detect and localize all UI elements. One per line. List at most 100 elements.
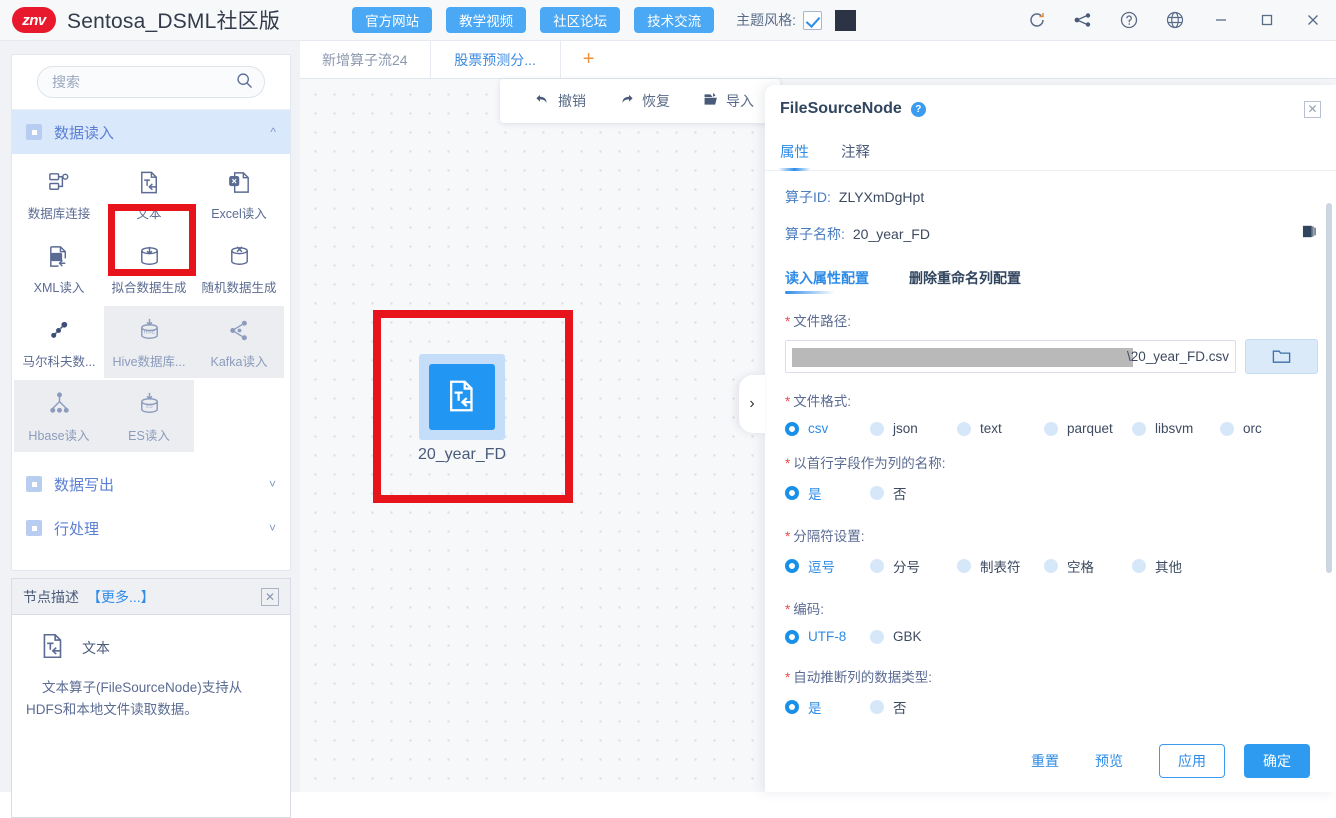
operator-markov-data[interactable]: 马尔科夫数...: [14, 306, 104, 378]
tutorial-video-button[interactable]: 教学视频: [446, 7, 527, 33]
radio-label: 空格: [1067, 560, 1094, 575]
radio-utf8[interactable]: UTF-8: [785, 629, 870, 644]
preview-link[interactable]: 预览: [1095, 751, 1123, 771]
operator-kafka-read[interactable]: Kafka读入: [194, 306, 284, 378]
radio-parquet[interactable]: parquet: [1044, 421, 1132, 436]
text-file-icon: [136, 166, 163, 196]
copy-icon[interactable]: [1301, 223, 1318, 244]
operator-label: XML读入: [33, 281, 85, 295]
radio-gbk[interactable]: GBK: [870, 629, 922, 644]
flow-tab-stock-prediction[interactable]: 股票预测分...: [431, 41, 561, 78]
panel-header: FileSourceNode ? ✕: [765, 85, 1336, 133]
theme-color-swatch[interactable]: [834, 9, 856, 31]
maximize-icon[interactable]: [1244, 0, 1290, 41]
reset-link[interactable]: 重置: [1031, 751, 1059, 771]
chevron-up-icon[interactable]: ^: [270, 125, 276, 139]
radio-infer-no[interactable]: 否: [870, 697, 907, 717]
tab-properties[interactable]: 属性: [778, 133, 811, 171]
close-icon[interactable]: [1290, 0, 1336, 41]
operator-hive-db[interactable]: HIVE Hive数据库...: [104, 306, 194, 378]
chevron-down-icon[interactable]: ˅: [269, 477, 276, 491]
radio-libsvm[interactable]: libsvm: [1132, 421, 1220, 436]
operator-database-connect[interactable]: 数据库连接: [14, 158, 104, 230]
theme-checkbox[interactable]: [802, 10, 822, 30]
minimize-icon[interactable]: [1198, 0, 1244, 41]
radio-group-delimiter: 逗号 分号 制表符 空格 其他: [785, 556, 1318, 576]
radio-csv[interactable]: csv: [785, 421, 870, 436]
hbase-icon: [46, 388, 73, 418]
sidebar-category-data-write[interactable]: 数据写出 ˅: [12, 462, 290, 506]
flow-tab-new-operator-flow-24[interactable]: 新增算子流24: [300, 41, 431, 78]
apply-button[interactable]: 应用: [1159, 744, 1225, 778]
radio-dot: [1220, 421, 1234, 436]
tab-annotation[interactable]: 注释: [841, 133, 870, 171]
operator-fit-data-gen[interactable]: 拟合数据生成: [104, 232, 194, 304]
import-button[interactable]: 导入: [686, 91, 770, 111]
radio-orc[interactable]: orc: [1220, 421, 1262, 436]
radio-dot: [1132, 421, 1146, 436]
subtab-delete-rename-column-config[interactable]: 删除重命名列配置: [909, 268, 1021, 294]
add-tab-button[interactable]: +: [561, 41, 617, 78]
file-path-row: \20_year_FD.csv: [785, 339, 1318, 374]
panel-collapse-handle[interactable]: ›: [739, 375, 765, 433]
znv-logo: znv: [12, 7, 56, 33]
canvas-node-20-year-fd[interactable]: [419, 354, 505, 440]
radio-comma[interactable]: 逗号: [785, 556, 870, 576]
node-description-header: 节点描述 【更多...】 ✕: [12, 579, 290, 615]
category-square-icon: [26, 124, 42, 140]
radio-space[interactable]: 空格: [1044, 556, 1132, 576]
panel-title: FileSourceNode: [780, 100, 902, 117]
radio-label: GBK: [893, 629, 922, 644]
close-icon[interactable]: ✕: [1304, 100, 1321, 118]
community-forum-button[interactable]: 社区论坛: [540, 7, 621, 33]
search-box[interactable]: [37, 66, 265, 98]
radio-other[interactable]: 其他: [1132, 556, 1182, 576]
operator-random-data-gen[interactable]: 随机数据生成: [194, 232, 284, 304]
required-asterisk: *: [785, 602, 791, 617]
tech-exchange-button[interactable]: 技术交流: [634, 7, 715, 33]
search-icon[interactable]: [235, 71, 254, 93]
radio-group-file-format: csv json text parquet libsvm orc: [785, 421, 1318, 436]
node-description-close-icon[interactable]: ✕: [261, 587, 279, 606]
question-icon[interactable]: ?: [910, 101, 926, 117]
operator-xml-read[interactable]: XML读入: [14, 232, 104, 304]
subtab-read-property-config[interactable]: 读入属性配置: [785, 268, 869, 294]
operator-es-read[interactable]: ES ES读入: [104, 380, 194, 452]
category-square-icon: [26, 476, 42, 492]
radio-header-no[interactable]: 否: [870, 483, 907, 503]
operator-hbase-read[interactable]: Hbase读入: [14, 380, 104, 452]
radio-group-first-row-as-header: 是 否: [785, 483, 1318, 503]
confirm-button[interactable]: 确定: [1244, 744, 1310, 778]
browse-folder-button[interactable]: [1245, 339, 1318, 374]
operator-text[interactable]: 文本: [104, 158, 194, 230]
chevron-down-icon[interactable]: ˅: [269, 521, 276, 535]
radio-text[interactable]: text: [957, 421, 1044, 436]
search-input[interactable]: [50, 73, 235, 91]
refresh-icon[interactable]: [1014, 0, 1060, 41]
redo-button[interactable]: 恢复: [602, 91, 686, 111]
undo-button[interactable]: 撤销: [518, 91, 602, 111]
folder-icon: [1271, 345, 1292, 369]
operator-excel-read[interactable]: Excel读入: [194, 158, 284, 230]
node-icon-wrapper: [429, 364, 495, 430]
radio-infer-yes[interactable]: 是: [785, 697, 870, 717]
sidebar-category-row-process[interactable]: 行处理 ˅: [12, 506, 290, 550]
panel-scrollbar[interactable]: [1326, 203, 1332, 573]
file-path-input[interactable]: \20_year_FD.csv: [785, 340, 1236, 373]
radio-json[interactable]: json: [870, 421, 957, 436]
radio-semicolon[interactable]: 分号: [870, 556, 957, 576]
xml-file-icon: [46, 240, 73, 270]
official-website-button[interactable]: 官方网站: [352, 7, 433, 33]
globe-icon[interactable]: [1152, 0, 1198, 41]
redacted-path-overlay: [792, 348, 1133, 367]
radio-header-yes[interactable]: 是: [785, 483, 870, 503]
radio-tab[interactable]: 制表符: [957, 556, 1044, 576]
radio-dot: [1044, 421, 1058, 436]
field-label-file-path: * 文件路径:: [785, 314, 852, 329]
node-description-more-link[interactable]: 【更多...】: [87, 587, 155, 607]
sidebar-category-data-read[interactable]: 数据读入 ^: [12, 110, 290, 154]
operator-name-value: 20_year_FD: [852, 225, 930, 242]
flow-icon[interactable]: [1060, 0, 1106, 41]
help-icon[interactable]: [1106, 0, 1152, 41]
node-properties-panel: FileSourceNode ? ✕ 属性 注释 算子ID: ZLYXmDgHp…: [765, 85, 1336, 792]
